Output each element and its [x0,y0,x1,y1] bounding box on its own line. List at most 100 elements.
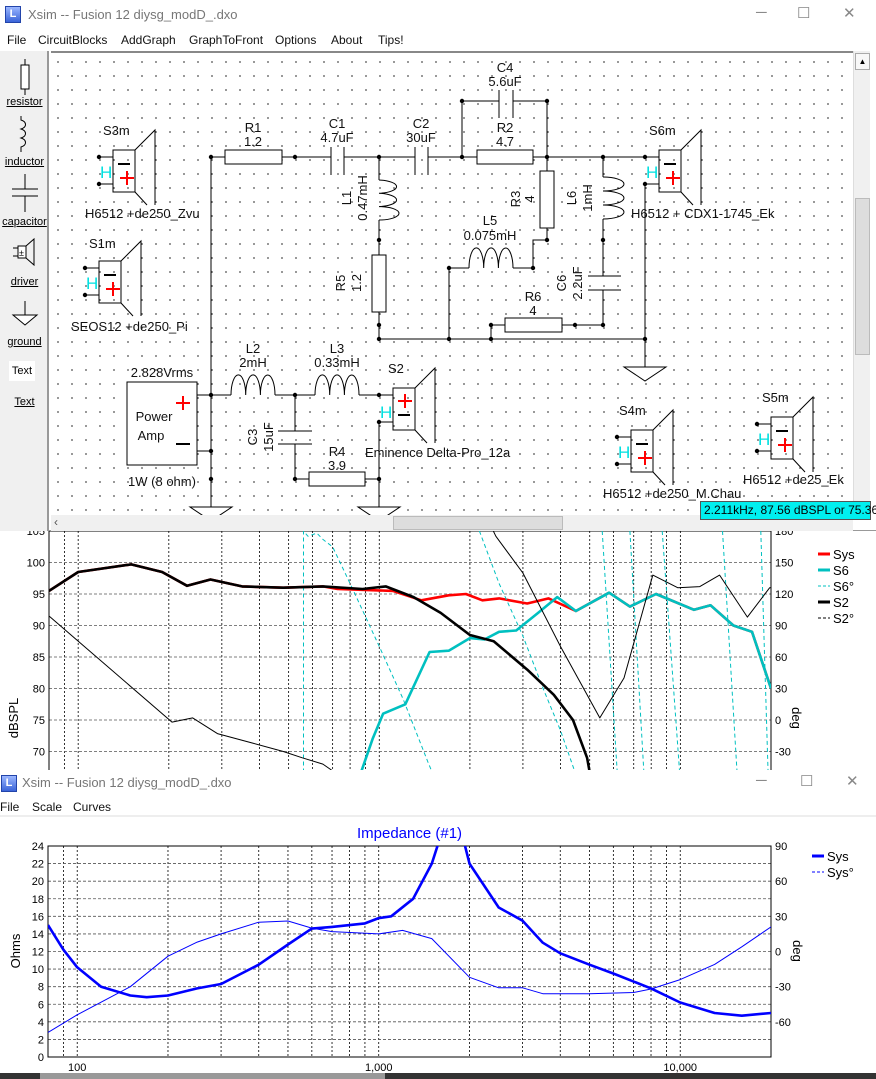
close-button[interactable]: ✕ [846,772,859,790]
amp-label-line1: Power [136,409,174,424]
inductor-l6[interactable] [602,176,625,220]
c6-value: 2.2uF [570,266,585,299]
l2-name: L2 [246,341,260,356]
r3-value: 4 [522,195,537,202]
y-tick-label: 75 [33,715,45,727]
driver-model: H6512 + CDX1-1745_Ek [631,206,775,221]
y2-axis-label: deg [789,707,804,729]
inductor-l3[interactable] [314,374,360,396]
resistor-r6[interactable] [504,317,563,333]
horizontal-scroll-thumb[interactable] [393,516,563,530]
driver-name: S6m [649,123,676,138]
series-s6 [358,591,771,778]
driver-s3m[interactable]: H S3m H6512 +de250_Zvu [85,123,200,221]
inductor-l1[interactable] [378,179,400,221]
driver-model: H6512 +de250_Zvu [85,206,200,221]
scroll-up-button[interactable]: ▲ [855,53,870,70]
driver-mark: H [758,430,770,449]
l5-value: 0.075mH [464,228,517,243]
maximize-button[interactable]: ☐ [800,772,813,790]
r1-value: 1.2 [244,134,262,149]
legend-label: S6 [833,563,849,578]
driver-model: SEOS12 +de250_Pi [71,319,188,334]
minimize-button[interactable]: ─ [756,772,767,789]
ground-symbol[interactable] [356,506,402,515]
capacitor-c4[interactable] [498,90,514,118]
ground-symbol[interactable] [622,366,668,382]
y2-tick-label: 60 [775,652,787,664]
series-s2-phase [49,531,771,784]
driver-model: Eminence Delta-Pro_12a [365,445,511,460]
driver-s1m[interactable]: H S1m SEOS12 +de250_Pi [71,236,188,334]
schematic[interactable]: 2.828Vrms Power Amp 1W (8 ohm) H S3m H651… [0,0,853,515]
driver-mark: H [86,274,98,293]
capacitor-c2[interactable] [414,147,429,175]
y2-tick-label: 120 [775,589,793,601]
y-axis-label: dBSPL [6,698,21,738]
r4-name: R4 [329,444,346,459]
c2-name: C2 [413,116,430,131]
resistor-r2[interactable] [476,149,534,165]
vertical-scroll-thumb[interactable] [855,198,870,355]
legend-label: Sys [833,547,855,562]
driver-s2[interactable]: H S2 Eminence Delta-Pro_12a [365,361,511,460]
c1-name: C1 [329,116,346,131]
resistor-r5[interactable] [371,254,387,313]
y-tick-label: 90 [33,621,45,633]
driver-s6m[interactable]: H S6m H6512 + CDX1-1745_Ek [631,123,775,221]
menu-file[interactable]: File [0,800,19,814]
y2-tick-label: 90 [775,621,787,633]
inductor-l5[interactable] [468,247,514,269]
c6-name: C6 [554,275,569,292]
driver-s4m[interactable]: H S4m H6512 +de250_M.Chau [603,403,741,501]
graph-window-title: Xsim -- Fusion 12 diysg_modD_.dxo [22,775,232,790]
resistor-r3[interactable] [539,170,555,229]
r1-name: R1 [245,120,262,135]
component-labels: R11.2 C14.7uF C230uF C45.6uF R24.7 L50.0… [239,60,595,473]
graph-window: L Xsim -- Fusion 12 diysg_modD_.dxo ─ ☐ … [0,770,876,1079]
bottom-scroll[interactable] [40,1073,385,1079]
resistor-r1[interactable] [224,149,283,165]
vertical-scrollbar[interactable]: ▲ [853,51,870,515]
c1-value: 4.7uF [320,130,353,145]
l2-value: 2mH [239,355,266,370]
y2-tick-label: 0 [775,715,781,727]
amp-voltage: 2.828Vrms [131,365,194,380]
y-tick-label: 85 [33,652,45,664]
ground-symbol[interactable] [188,506,234,515]
l3-value: 0.33mH [314,355,360,370]
c3-name: C3 [245,429,260,446]
capacitor-c6[interactable] [588,275,621,291]
inductor-l2[interactable] [230,374,276,396]
circuit-window: L Xsim -- Fusion 12 diysg_modD_.dxo ─ ☐ … [0,0,876,531]
r5-name: R5 [333,275,348,292]
legend-label: S2° [833,611,854,626]
amp-label-line2: Amp [138,428,165,443]
l5-name: L5 [483,213,497,228]
r5-value: 1.2 [349,274,364,292]
y-tick-label: 95 [33,589,45,601]
y-tick-label: 100 [27,558,45,570]
power-amp[interactable]: 2.828Vrms Power Amp 1W (8 ohm) [126,365,198,489]
amp-power: 1W (8 ohm) [128,474,196,489]
menu-scale[interactable]: Scale [32,800,62,814]
r3-name: R3 [508,191,523,208]
driver-model: H6512 +de25_Ek [743,472,844,487]
l3-name: L3 [330,341,344,356]
capacitor-c3[interactable] [278,430,312,445]
r2-value: 4.7 [496,134,514,149]
y2-tick-label: 150 [775,558,793,570]
c4-name: C4 [497,60,514,75]
capacitor-c1[interactable] [330,147,345,175]
scroll-left-button[interactable]: ‹ [54,515,58,529]
c2-value: 30uF [406,130,436,145]
menu-curves[interactable]: Curves [73,800,111,814]
driver-mark: H [100,163,112,182]
c3-value: 15uF [261,422,276,452]
resistor-r4[interactable] [308,471,366,487]
r4-value: 3.9 [328,458,346,473]
r6-name: R6 [525,289,542,304]
driver-s5m[interactable]: H S5m H6512 +de25_Ek [743,390,844,487]
l6-value: 1mH [580,184,595,211]
legend-label: S2 [833,595,849,610]
